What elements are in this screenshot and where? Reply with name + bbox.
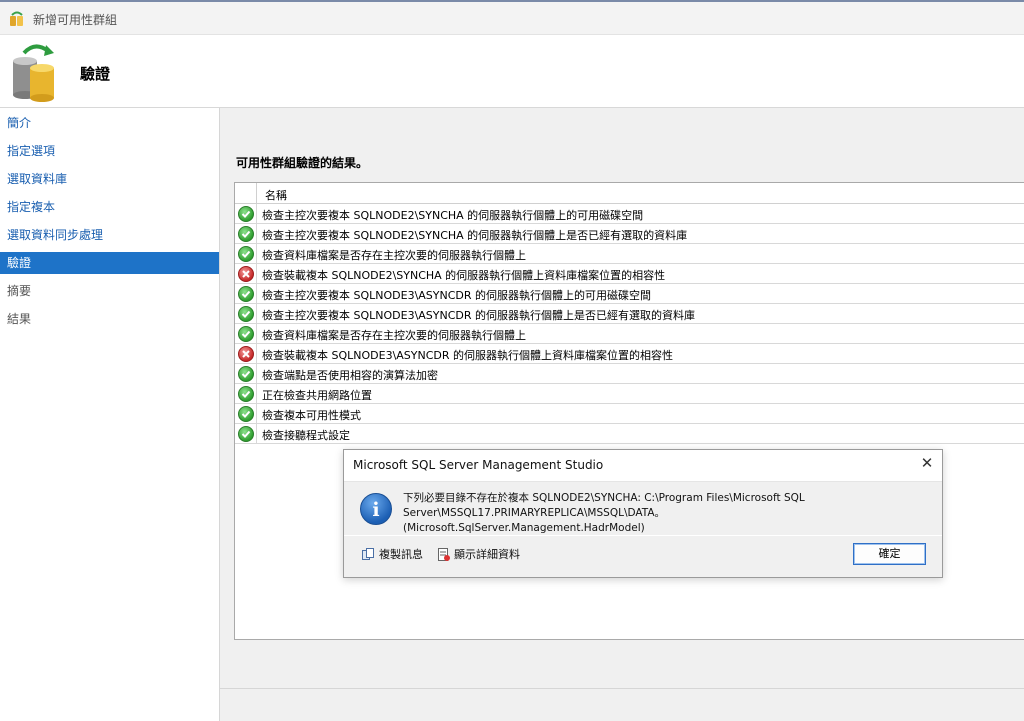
copy-icon [362,547,374,560]
ok-button[interactable]: 確定 [853,543,926,565]
success-check-icon [238,306,254,322]
error-x-icon [238,346,254,362]
row-name: 檢查資料庫檔案是否存在主控次要的伺服器執行個體上 [262,249,526,262]
copy-message-link[interactable]: 複製訊息 [362,546,423,562]
window-title: 新增可用性群組 [33,13,118,27]
nav-item-summary: 摘要 [7,284,32,298]
grid-header-name[interactable]: 名稱 [265,187,287,203]
status-cell [235,204,257,224]
status-cell [235,244,257,264]
table-row[interactable]: 檢查端點是否使用相容的演算法加密 [235,364,1024,384]
row-name: 正在檢查共用網路位置 [262,389,372,402]
success-check-icon [238,426,254,442]
table-row[interactable]: 檢查主控次要複本 SQLNODE2\SYNCHA 的伺服器執行個體上的可用磁碟空… [235,204,1024,224]
table-row[interactable]: 檢查複本可用性模式 [235,404,1024,424]
status-cell [235,404,257,424]
row-name: 檢查複本可用性模式 [262,409,361,422]
nav-item-data-sync[interactable]: 選取資料同步處理 [0,224,219,246]
row-name: 檢查接聽程式設定 [262,429,350,442]
success-check-icon [238,226,254,242]
status-cell [235,284,257,304]
nav-item-specify-replicas[interactable]: 指定複本 [0,196,219,218]
grid-header: 名稱 [235,183,1024,204]
status-cell [235,424,257,444]
table-row[interactable]: 檢查主控次要複本 SQLNODE2\SYNCHA 的伺服器執行個體上是否已經有選… [235,224,1024,244]
status-cell [235,304,257,324]
page-banner: 驗證 [0,35,1024,108]
wizard-nav: 簡介 指定選項 選取資料庫 指定複本 選取資料同步處理 驗證 摘要 結果 [0,108,220,721]
success-check-icon [238,386,254,402]
show-details-label: 顯示詳細資料 [454,548,520,561]
table-row[interactable]: 檢查接聽程式設定 [235,424,1024,444]
table-row[interactable]: 檢查資料庫檔案是否存在主控次要的伺服器執行個體上 [235,324,1024,344]
nav-item-validation[interactable]: 驗證 [0,252,219,274]
status-cell [235,224,257,244]
success-check-icon [238,406,254,422]
success-check-icon [238,326,254,342]
nav-item-results: 結果 [7,312,32,326]
row-name: 檢查端點是否使用相容的演算法加密 [262,369,438,382]
row-name: 檢查主控次要複本 SQLNODE3\ASYNCDR 的伺服器執行個體上的可用磁碟… [262,289,652,302]
main-panel: 可用性群組驗證的結果。 名稱 檢查主控次要複本 SQLNODE2\SYNCHA … [220,108,1024,721]
dialog-title: Microsoft SQL Server Management Studio [353,458,604,472]
status-cell [235,364,257,384]
table-row[interactable]: 檢查裝載複本 SQLNODE3\ASYNCDR 的伺服器執行個體上資料庫檔案位置… [235,344,1024,364]
status-cell [235,344,257,364]
success-check-icon [238,206,254,222]
nav-item-introduction[interactable]: 簡介 [0,112,219,134]
dialog-message: 下列必要目錄不存在於複本 SQLNODE2\SYNCHA: C:\Program… [403,491,873,536]
title-bar: 新增可用性群組 [0,2,1024,35]
table-row[interactable]: 檢查主控次要複本 SQLNODE3\ASYNCDR 的伺服器執行個體上的可用磁碟… [235,284,1024,304]
info-icon: i [360,493,392,525]
details-icon [438,547,450,561]
message-dialog: Microsoft SQL Server Management Studio ✕… [343,449,943,578]
close-icon[interactable]: ✕ [919,455,935,471]
dialog-message-line2: Server\MSSQL17.PRIMARYREPLICA\MSSQL\DATA… [403,507,666,534]
copy-message-label: 複製訊息 [379,548,423,561]
success-check-icon [238,286,254,302]
row-name: 檢查主控次要複本 SQLNODE3\ASYNCDR 的伺服器執行個體上是否已經有… [262,309,696,322]
show-details-link[interactable]: 顯示詳細資料 [437,546,520,562]
page-heading: 驗證 [80,65,111,83]
dialog-message-line1: 下列必要目錄不存在於複本 SQLNODE2\SYNCHA: C:\Program… [403,492,805,504]
row-name: 檢查裝載複本 SQLNODE3\ASYNCDR 的伺服器執行個體上資料庫檔案位置… [262,349,674,362]
nav-item-select-databases[interactable]: 選取資料庫 [0,168,219,190]
grid-header-status-column [235,183,257,204]
row-name: 檢查資料庫檔案是否存在主控次要的伺服器執行個體上 [262,329,526,342]
status-cell [235,324,257,344]
table-row[interactable]: 檢查資料庫檔案是否存在主控次要的伺服器執行個體上 [235,244,1024,264]
table-row[interactable]: 檢查主控次要複本 SQLNODE3\ASYNCDR 的伺服器執行個體上是否已經有… [235,304,1024,324]
row-name: 檢查主控次要複本 SQLNODE2\SYNCHA 的伺服器執行個體上是否已經有選… [262,229,688,242]
table-row[interactable]: 檢查裝載複本 SQLNODE2\SYNCHA 的伺服器執行個體上資料庫檔案位置的… [235,264,1024,284]
success-check-icon [238,246,254,262]
row-name: 檢查裝載複本 SQLNODE2\SYNCHA 的伺服器執行個體上資料庫檔案位置的… [262,269,666,282]
success-check-icon [238,366,254,382]
database-sync-icon [13,44,54,102]
table-row[interactable]: 正在檢查共用網路位置 [235,384,1024,404]
dialog-body: i 下列必要目錄不存在於複本 SQLNODE2\SYNCHA: C:\Progr… [344,481,942,535]
row-name: 檢查主控次要複本 SQLNODE2\SYNCHA 的伺服器執行個體上的可用磁碟空… [262,209,644,222]
nav-item-specify-options[interactable]: 指定選項 [0,140,219,162]
dialog-footer: 複製訊息 顯示詳細資料 確定 [344,536,942,577]
status-cell [235,384,257,404]
status-cell [235,264,257,284]
availability-group-icon [10,11,23,26]
error-x-icon [238,266,254,282]
footer-divider [220,688,1024,689]
results-heading: 可用性群組驗證的結果。 [236,156,369,170]
